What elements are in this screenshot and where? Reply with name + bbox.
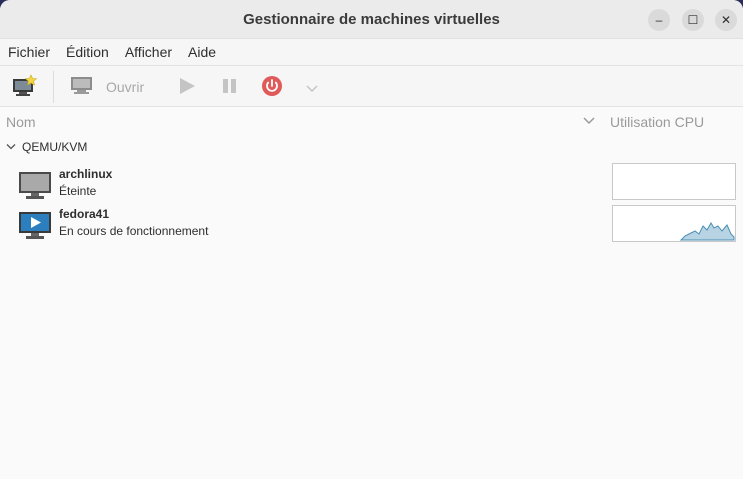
- close-button[interactable]: ✕: [715, 9, 737, 31]
- minimize-button[interactable]: –: [648, 9, 670, 31]
- window-title: Gestionnaire de machines virtuelles: [243, 11, 500, 28]
- column-cpu-header[interactable]: Utilisation CPU: [610, 114, 704, 130]
- new-vm-icon: [13, 74, 38, 96]
- cpu-usage-graph: [612, 205, 736, 242]
- vm-name: archlinux: [59, 167, 113, 181]
- menu-fichier[interactable]: Fichier: [8, 44, 50, 60]
- toolbar: Ouvrir: [0, 66, 743, 107]
- pause-button[interactable]: [221, 78, 239, 99]
- shutdown-menu-button[interactable]: [305, 81, 319, 99]
- vm-status: Éteinte: [59, 184, 97, 198]
- connection-label: QEMU/KVM: [22, 140, 88, 154]
- list-header: Nom Utilisation CPU: [0, 107, 743, 137]
- cpu-sparkline: [679, 222, 735, 241]
- monitor-icon: [71, 77, 92, 94]
- sort-chevron-icon[interactable]: [583, 116, 595, 126]
- vm-name: fedora41: [59, 207, 110, 221]
- connection-row[interactable]: QEMU/KVM: [6, 140, 87, 154]
- menu-edition[interactable]: Édition: [66, 44, 109, 60]
- vm-row-fedora41[interactable]: fedora41 En cours de fonctionnement: [18, 207, 608, 241]
- maximize-button[interactable]: ☐: [682, 9, 704, 31]
- menubar: Fichier Édition Afficher Aide: [0, 39, 743, 66]
- minimize-icon: –: [655, 13, 663, 27]
- expander-icon[interactable]: [6, 143, 16, 151]
- shutdown-button[interactable]: [261, 75, 283, 102]
- vm-row-archlinux[interactable]: archlinux Éteinte: [18, 167, 608, 201]
- menu-aide[interactable]: Aide: [188, 44, 216, 60]
- cpu-usage-graph: [612, 163, 736, 200]
- play-icon: [180, 78, 195, 94]
- chevron-down-icon: [306, 85, 318, 93]
- toolbar-separator: [53, 71, 54, 103]
- power-icon: [262, 76, 282, 96]
- maximize-icon: ☐: [687, 13, 699, 27]
- close-icon: ✕: [720, 13, 732, 27]
- pause-icon: [223, 79, 236, 93]
- app-window: Gestionnaire de machines virtuelles – ☐ …: [0, 0, 743, 479]
- column-name-header[interactable]: Nom: [6, 114, 36, 130]
- vm-running-icon: [19, 212, 51, 239]
- menu-afficher[interactable]: Afficher: [125, 44, 172, 60]
- vm-off-icon: [19, 172, 51, 199]
- vm-status: En cours de fonctionnement: [59, 224, 209, 238]
- run-button[interactable]: [178, 77, 196, 100]
- titlebar: Gestionnaire de machines virtuelles – ☐ …: [0, 0, 743, 39]
- open-button[interactable]: [70, 76, 94, 101]
- new-vm-button[interactable]: [12, 74, 38, 103]
- open-label[interactable]: Ouvrir: [106, 79, 144, 95]
